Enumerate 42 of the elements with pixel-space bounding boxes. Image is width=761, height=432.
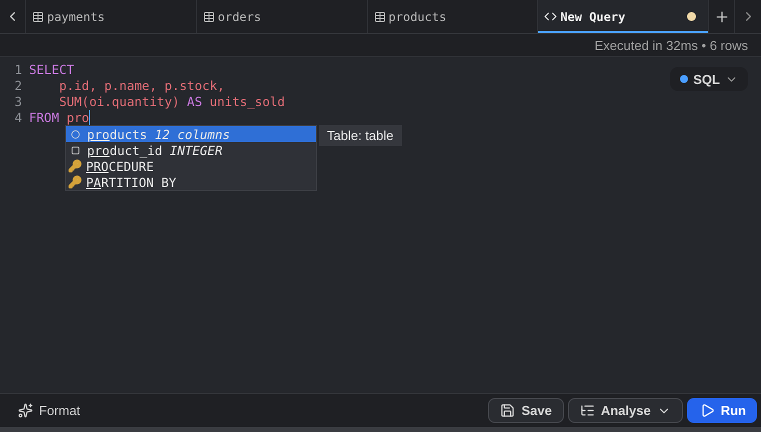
code-icon: [544, 10, 558, 23]
tab-label: New Query: [560, 10, 626, 24]
sparkles-icon: [18, 403, 33, 418]
line-number: 3: [13, 94, 23, 110]
autocomplete-item[interactable]: PARTITION BY: [66, 174, 316, 190]
run-button[interactable]: Run: [686, 398, 757, 423]
autocomplete-item[interactable]: product_id INTEGER: [66, 142, 316, 158]
table-icon: [374, 10, 386, 22]
table-icon: [202, 10, 215, 22]
format-button[interactable]: Format: [18, 403, 80, 418]
code-text: SUM(oi.quantity): [58, 94, 181, 110]
code-text: FROM: [29, 110, 60, 126]
tab-label: payments: [46, 10, 106, 24]
code-text: p.id, p.name, p.stock,: [58, 78, 225, 94]
table-icon: [32, 10, 44, 22]
code-text: units_sold: [208, 94, 285, 110]
key-icon: [68, 159, 82, 173]
square-icon: [71, 146, 80, 154]
tab[interactable]: payments: [26, 0, 197, 33]
plus-icon: [714, 8, 730, 24]
tab-label: orders: [218, 10, 262, 24]
play-icon: [700, 403, 715, 418]
circle-icon: [71, 130, 80, 138]
autocomplete-item[interactable]: PROCEDURE: [66, 158, 316, 174]
key-icon: [68, 175, 82, 189]
save-button[interactable]: Save: [488, 398, 564, 423]
code-text: SELECT: [29, 62, 74, 78]
tab[interactable]: New Query: [538, 0, 710, 33]
status-text: Executed in 32ms • 6 rows: [594, 38, 748, 52]
list-tree-icon: [580, 403, 595, 418]
language-selector[interactable]: SQL: [670, 67, 748, 91]
code-text: pro: [66, 110, 90, 126]
completion-info: Table: table: [319, 125, 402, 146]
line-number: 1: [13, 62, 23, 78]
save-icon: [500, 403, 516, 418]
autocomplete-item[interactable]: products 12 columns: [66, 126, 316, 142]
tab[interactable]: orders: [196, 0, 368, 33]
line-number: 2: [13, 78, 23, 94]
tab-label: products: [388, 10, 448, 24]
analyse-button[interactable]: Analyse: [568, 398, 683, 423]
code-text: AS: [187, 94, 202, 110]
line-number: 4: [13, 110, 23, 126]
